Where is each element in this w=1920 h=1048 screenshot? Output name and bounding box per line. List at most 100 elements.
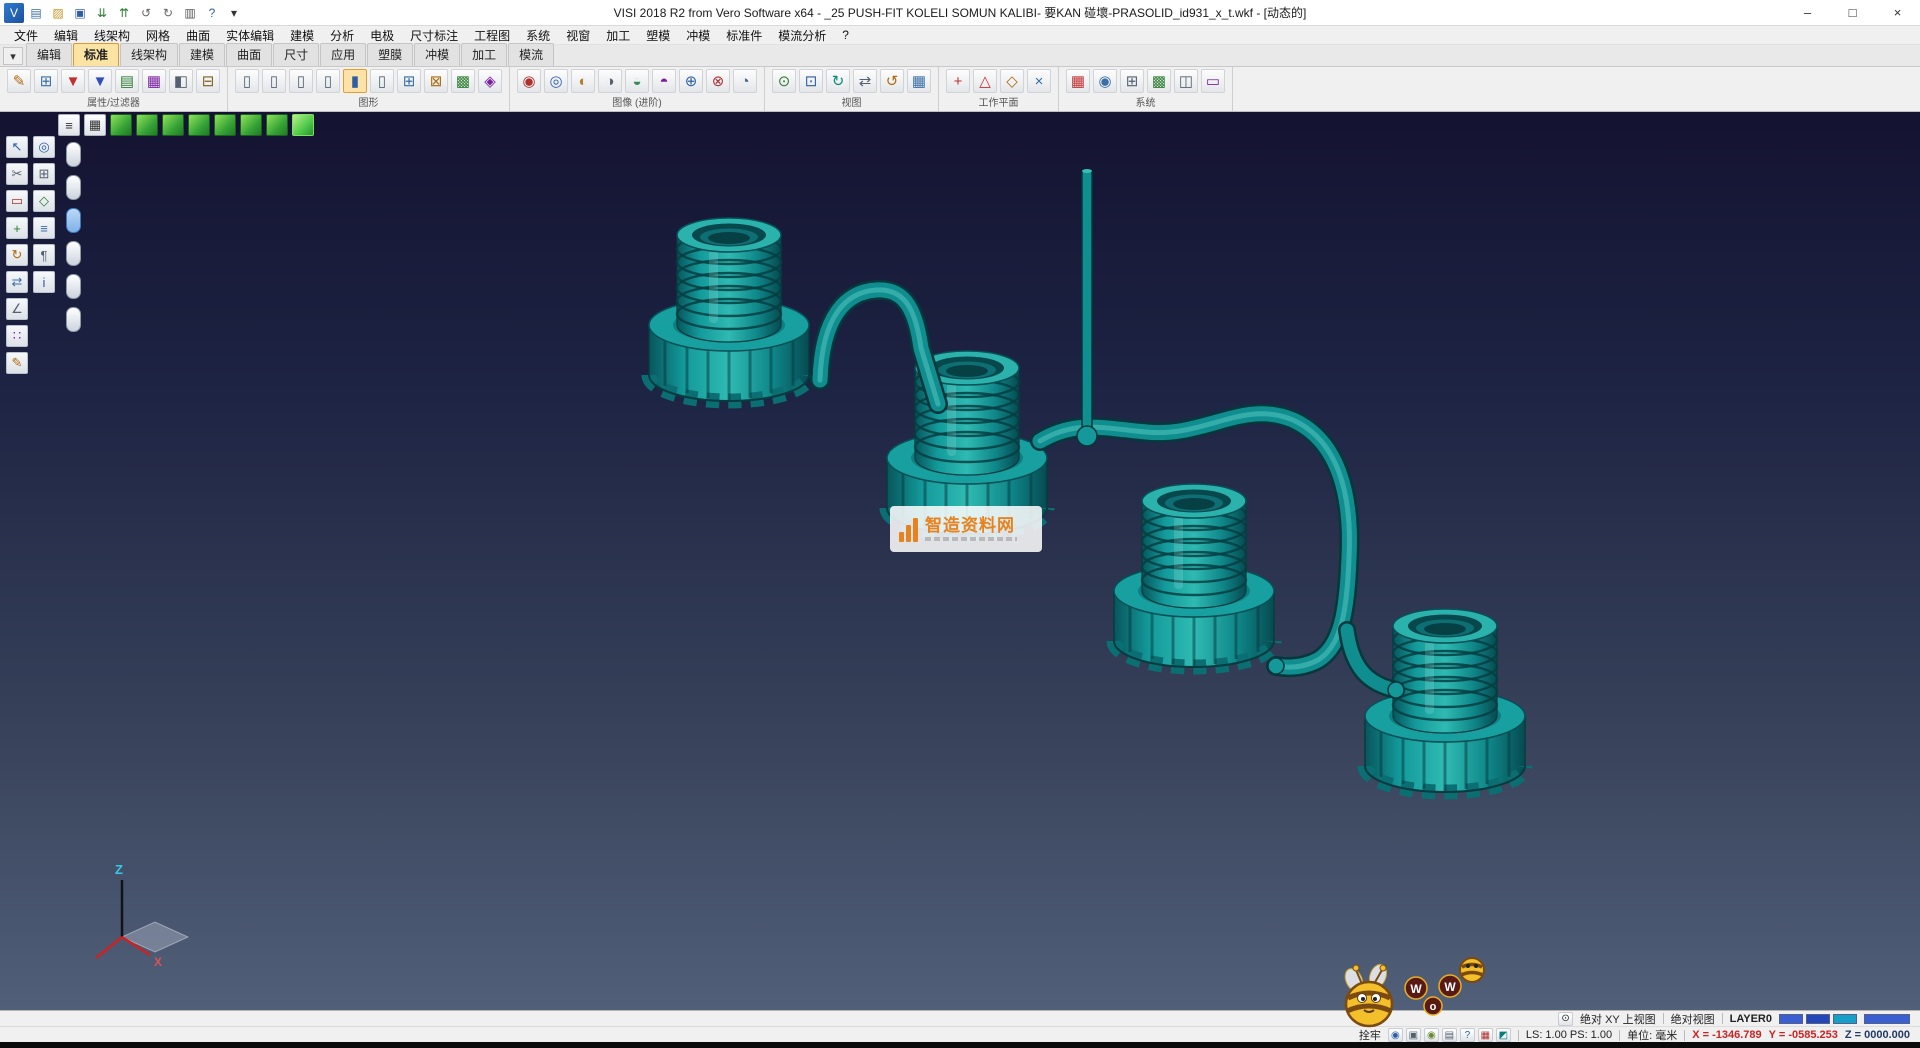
rotate-icon[interactable]: ↻ (6, 244, 28, 266)
antialias-icon[interactable]: ⊗ (706, 69, 730, 93)
display-capsule-4[interactable] (66, 241, 81, 266)
spotlight-icon[interactable]: ◐ (571, 69, 595, 93)
system-settings-icon[interactable]: ◉ (1093, 69, 1117, 93)
texture-icon[interactable]: ◓ (652, 69, 676, 93)
menu-item-9[interactable]: 尺寸标注 (402, 27, 466, 44)
perspective-icon[interactable]: ◔ (733, 69, 757, 93)
close-button[interactable]: × (1875, 0, 1920, 25)
menu-item-12[interactable]: 视窗 (558, 27, 598, 44)
tab-dropdown-icon[interactable]: ▾ (3, 47, 23, 65)
side-view-icon[interactable] (266, 114, 288, 136)
open-folder-icon[interactable]: ▨ (48, 3, 68, 23)
layer-color-swatch-0[interactable] (1779, 1014, 1803, 1024)
named-views-icon[interactable]: ▦ (907, 69, 931, 93)
layer-color-swatch-2[interactable] (1833, 1014, 1857, 1024)
layer-filter-icon[interactable]: ▤ (115, 69, 139, 93)
zoom-fit-icon[interactable]: ⊙ (772, 69, 796, 93)
attribute-edit-icon[interactable]: ✎ (7, 69, 31, 93)
shaded-display-icon[interactable]: ▯ (289, 69, 313, 93)
iso-view-nw-icon[interactable] (136, 114, 158, 136)
menu-item-2[interactable]: 线架构 (86, 27, 138, 44)
menu-item-1[interactable]: 编辑 (46, 27, 86, 44)
display-capsule-6[interactable] (66, 307, 81, 332)
sketch-icon[interactable]: ✎ (6, 352, 28, 374)
viewport-3d-scene[interactable]: Z X (0, 112, 1920, 1010)
snapshot-icon[interactable]: ▣ (1406, 1028, 1421, 1042)
layer-color-swatch-1[interactable] (1806, 1014, 1830, 1024)
hidden-line-display-icon[interactable]: ▯ (262, 69, 286, 93)
menu-item-10[interactable]: 工程图 (466, 27, 518, 44)
absolute-view-label[interactable]: 绝对视图 (1671, 1011, 1715, 1027)
move-icon[interactable]: + (6, 217, 28, 239)
shaded-edge-display-icon[interactable]: ▯ (316, 69, 340, 93)
menu-item-18[interactable]: ? (834, 28, 857, 42)
calculator-icon[interactable]: ⊞ (1120, 69, 1144, 93)
ribbon-tab-1[interactable]: 标准 (73, 43, 119, 66)
menu-item-15[interactable]: 冲模 (678, 27, 718, 44)
ribbon-tab-7[interactable]: 塑膜 (367, 43, 413, 66)
color-table-icon[interactable]: ▦ (1066, 69, 1090, 93)
rotate-view-icon[interactable]: ↻ (826, 69, 850, 93)
new-document-icon[interactable]: ▤ (26, 3, 46, 23)
measure-icon[interactable]: ∠ (6, 298, 28, 320)
grid-settings-icon[interactable]: ▩ (1147, 69, 1171, 93)
active-layer-label[interactable]: LAYER0 (1730, 1013, 1772, 1025)
workplane-align-icon[interactable]: ◇ (1000, 69, 1024, 93)
print-status-icon[interactable]: ▤ (1442, 1028, 1457, 1042)
ribbon-tab-6[interactable]: 应用 (320, 43, 366, 66)
minimize-button[interactable]: – (1785, 0, 1830, 25)
workplane-reset-icon[interactable]: × (1027, 69, 1051, 93)
workplane-3point-icon[interactable]: △ (973, 69, 997, 93)
ruler-icon[interactable]: ▭ (1201, 69, 1225, 93)
bounding-box-icon[interactable]: ⊞ (397, 69, 421, 93)
shadow-icon[interactable]: ◑ (598, 69, 622, 93)
ribbon-tab-8[interactable]: 冲模 (414, 43, 460, 66)
top-view-icon[interactable] (214, 114, 236, 136)
ribbon-tab-2[interactable]: 线架构 (120, 43, 178, 66)
iso-view-se-icon[interactable] (162, 114, 184, 136)
menu-item-17[interactable]: 模流分析 (770, 27, 834, 44)
iso-view-ne-icon[interactable] (110, 114, 132, 136)
qat-dropdown-icon[interactable]: ▾ (224, 3, 244, 23)
view-list-icon[interactable]: ≡ (58, 114, 80, 136)
delete-icon[interactable]: ▭ (6, 190, 28, 212)
section-display-icon[interactable]: ⊠ (424, 69, 448, 93)
annotation-icon[interactable]: ¶ (33, 244, 55, 266)
display-settings-icon[interactable]: ◫ (1174, 69, 1198, 93)
sprue-rod[interactable] (1077, 169, 1097, 446)
snap-icon[interactable]: ◎ (33, 136, 55, 158)
object-info-icon[interactable]: i (33, 271, 55, 293)
camera-icon[interactable]: ◉ (1424, 1028, 1439, 1042)
grid-toggle-icon[interactable]: ⊞ (33, 163, 55, 185)
menu-item-0[interactable]: 文件 (6, 27, 46, 44)
menu-item-4[interactable]: 曲面 (178, 27, 218, 44)
wcs-status-icon[interactable]: ◩ (1496, 1028, 1511, 1042)
workplane-create-icon[interactable]: + (946, 69, 970, 93)
gate-ball-2[interactable] (1388, 682, 1404, 698)
ribbon-tab-5[interactable]: 尺寸 (273, 43, 319, 66)
ribbon-tab-0[interactable]: 编辑 (26, 43, 72, 66)
menu-item-5[interactable]: 实体编辑 (218, 27, 282, 44)
ribbon-tab-4[interactable]: 曲面 (226, 43, 272, 66)
background-icon[interactable]: ⊕ (679, 69, 703, 93)
display-capsule-2[interactable] (66, 175, 81, 200)
mirror-icon[interactable]: ⇄ (6, 271, 28, 293)
palette-status-icon[interactable]: ▦ (1478, 1028, 1493, 1042)
shaded-cube-icon[interactable] (292, 114, 314, 136)
nut-fitting-4[interactable] (1365, 609, 1525, 792)
wireframe-display-icon[interactable]: ▯ (235, 69, 259, 93)
display-capsule-3[interactable] (66, 208, 81, 233)
filter-settings-icon[interactable]: ⊟ (196, 69, 220, 93)
menu-item-8[interactable]: 电极 (362, 27, 402, 44)
nut-fitting-1[interactable] (649, 218, 809, 401)
current-view-label[interactable]: 绝对 XY 上视图 (1580, 1011, 1656, 1027)
display-capsule-1[interactable] (66, 142, 81, 167)
filter-remove-icon[interactable]: ▼ (88, 69, 112, 93)
import-icon[interactable]: ⇊ (92, 3, 112, 23)
material-display-icon[interactable]: ◈ (478, 69, 502, 93)
attribute-copy-icon[interactable]: ⊞ (34, 69, 58, 93)
menu-item-3[interactable]: 网格 (138, 27, 178, 44)
solid-display-icon[interactable]: ▮ (343, 69, 367, 93)
export-icon[interactable]: ⇈ (114, 3, 134, 23)
display-capsule-5[interactable] (66, 274, 81, 299)
